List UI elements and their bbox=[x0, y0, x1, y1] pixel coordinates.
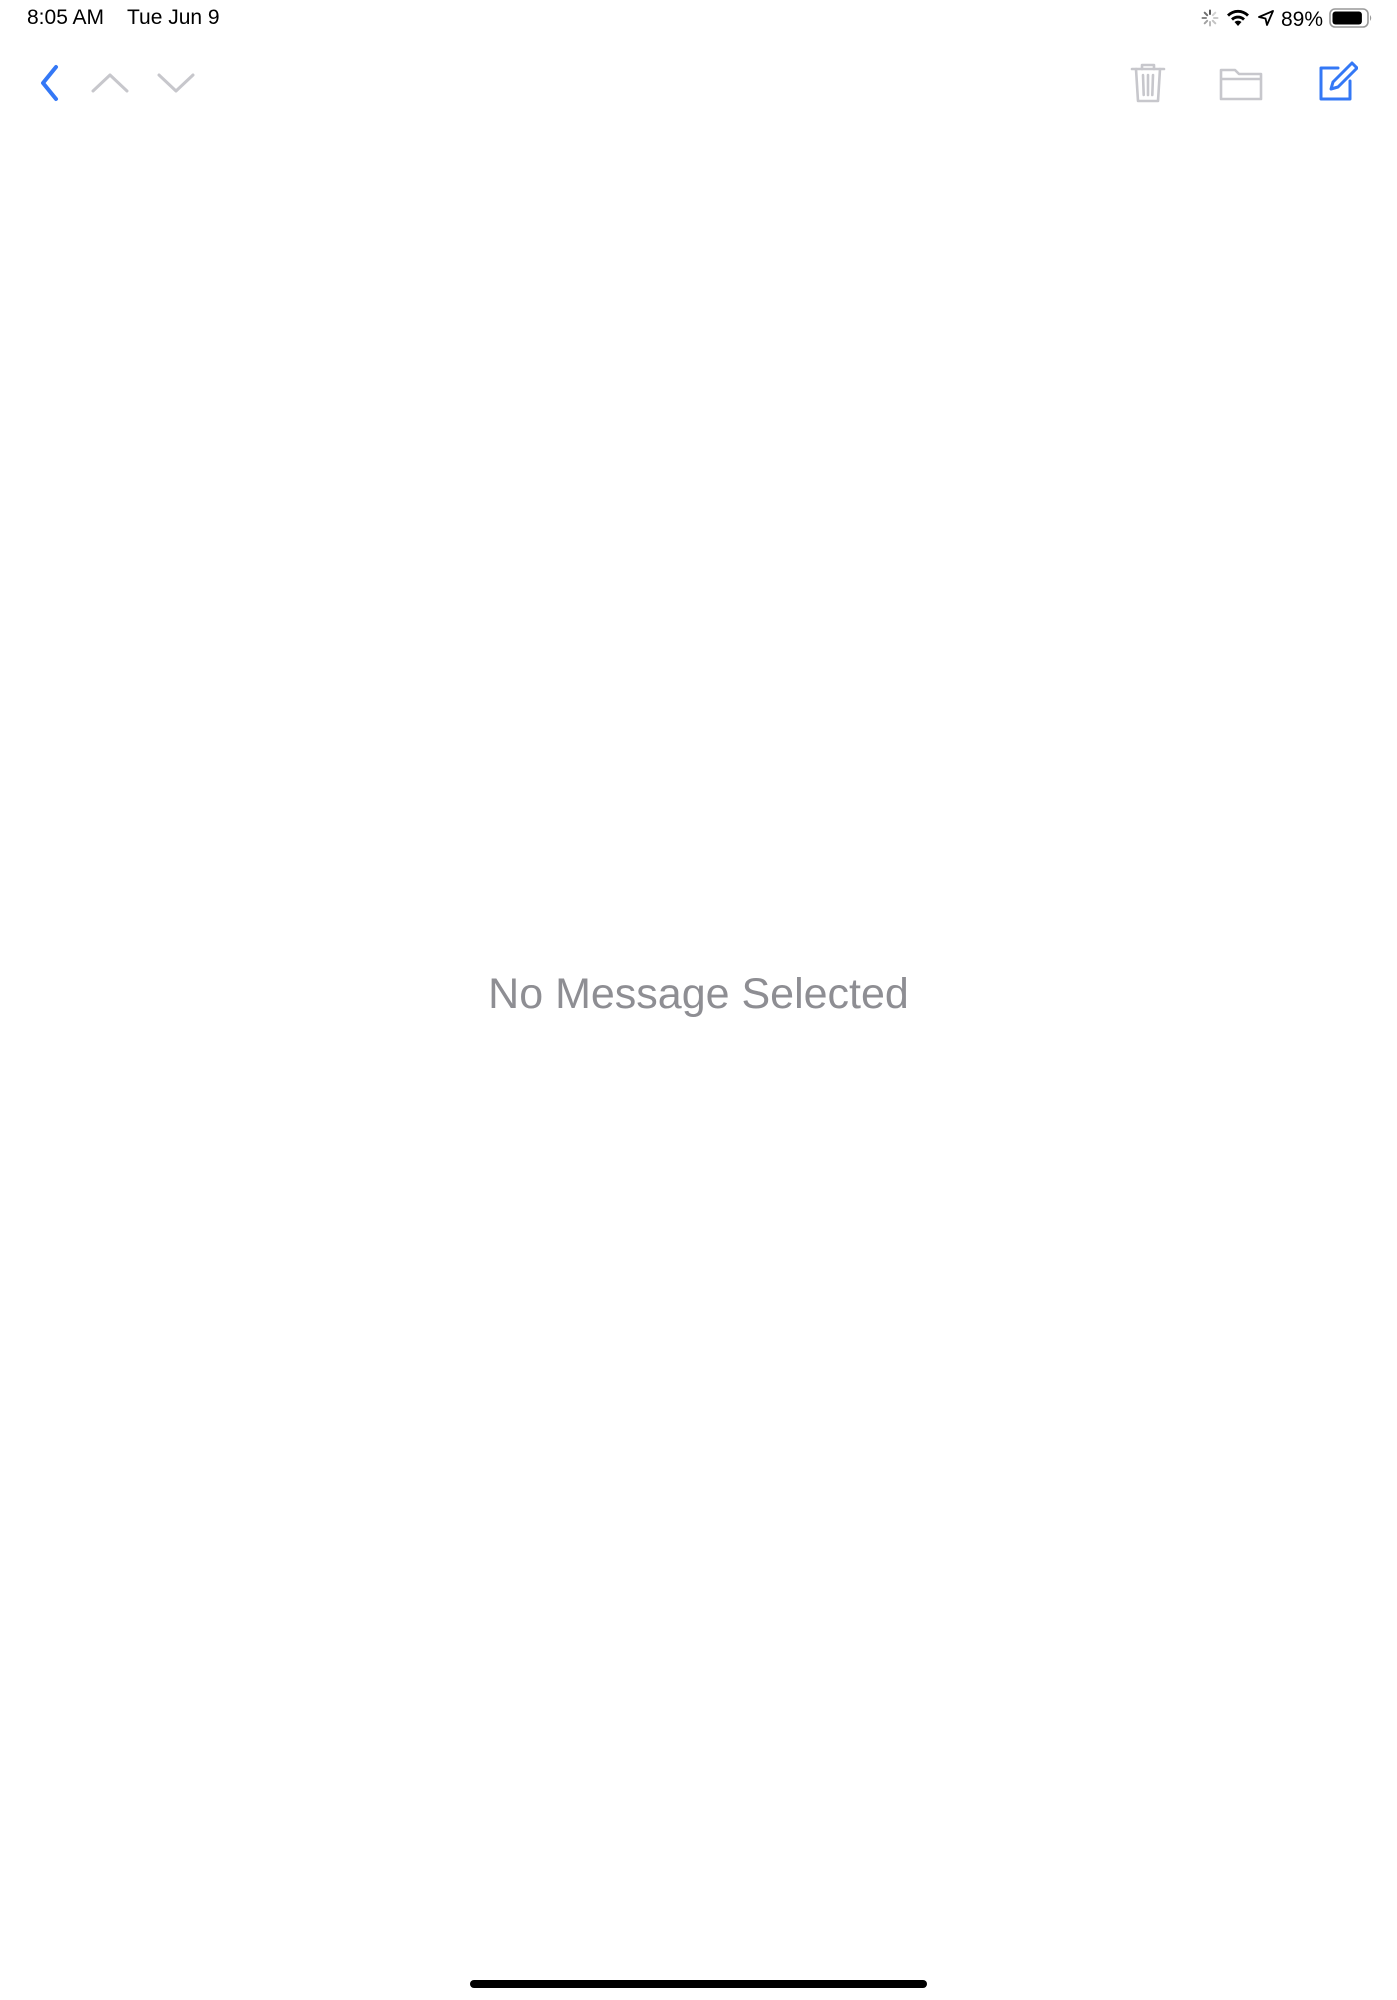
battery-fill bbox=[1332, 11, 1362, 24]
previous-message-icon bbox=[91, 73, 129, 93]
location-arrow-icon bbox=[1257, 9, 1275, 32]
status-indicators: 89% bbox=[1195, 6, 1373, 34]
compose-icon bbox=[1319, 61, 1358, 101]
previous-message-button[interactable] bbox=[82, 50, 138, 116]
battery-percent: 89% bbox=[1280, 8, 1323, 31]
trash-icon bbox=[1130, 63, 1166, 103]
activity-spinner-icon bbox=[1201, 9, 1219, 32]
move-to-folder-button[interactable] bbox=[1213, 50, 1269, 116]
message-toolbar bbox=[0, 50, 1397, 116]
home-indicator[interactable] bbox=[470, 1980, 927, 1988]
back-button[interactable] bbox=[22, 50, 78, 116]
next-message-icon bbox=[157, 73, 195, 93]
status-date: Tue Jun 9 bbox=[127, 6, 220, 29]
compose-button[interactable] bbox=[1308, 50, 1364, 116]
no-message-selected-label: No Message Selected bbox=[488, 970, 909, 1018]
next-message-button[interactable] bbox=[148, 50, 204, 116]
wifi-icon bbox=[1225, 8, 1251, 33]
back-chevron-icon bbox=[41, 65, 58, 101]
status-bar: 8:05 AM Tue Jun 9 89% bbox=[0, 0, 1397, 40]
trash-button[interactable] bbox=[1120, 50, 1176, 116]
battery-icon bbox=[1329, 7, 1373, 34]
status-time: 8:05 AM bbox=[27, 6, 105, 29]
folder-icon bbox=[1219, 68, 1263, 101]
